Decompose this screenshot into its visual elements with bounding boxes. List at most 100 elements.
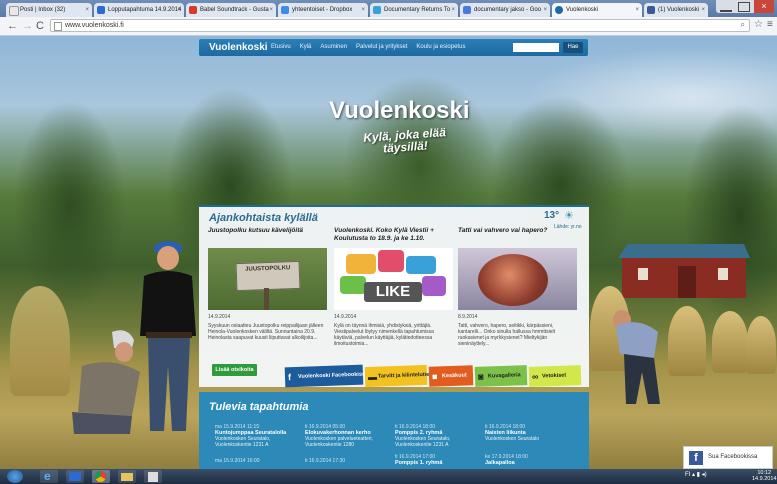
news-article-image[interactable]: LIKE [334,248,453,310]
clock[interactable]: 10:12 14.9.2014 [752,470,776,482]
site-navigation: Vuolenkoski Etusivu Kylä Asuminen Palvel… [199,39,588,56]
event-title[interactable]: Jalkapalloa [485,460,565,466]
news-article-image[interactable] [458,248,577,310]
news-article-title[interactable]: Vuolenkoski. Koko Kylä Viestii + Koulutu… [334,227,454,245]
close-icon[interactable]: × [701,3,705,17]
facebook-widget[interactable]: f Sua Facebookissa [683,446,773,469]
site-logo[interactable]: Vuolenkoski [209,42,268,53]
social-link-kesakuut[interactable]: ■ Kesäkuut [428,365,474,387]
social-link-kuvagalleria[interactable]: ◙ Kuvagalleria [474,365,528,387]
close-icon[interactable]: × [635,3,639,17]
word-icon[interactable] [66,470,84,483]
close-icon[interactable]: × [177,3,181,17]
tab-babel[interactable]: Babel Soundtrack - Gusta × [186,3,276,17]
news-article-excerpt: Tatti, vahvero, hapero, seitikki, kärpäs… [458,323,555,347]
nav-item-palvelut[interactable]: Palvelut ja yritykset [356,39,407,56]
minimize-icon[interactable] [720,2,732,12]
social-link-vetokiset[interactable]: ∞ Vetokiset [528,365,582,387]
social-link-tarvitt[interactable]: ▬ Tarvitt ja kilintelutie [364,364,429,388]
tab-vuolenkoski[interactable]: Vuolenkoski × [552,3,642,17]
close-icon[interactable]: × [269,3,273,17]
file-explorer-icon[interactable] [118,470,136,483]
news-article-title[interactable]: Juustopolku kutsuu kävelijöitä [208,227,328,245]
site-nav-links: Etusivu Kylä Asuminen Palvelut ja yrityk… [271,39,474,56]
news-article-date: 14.9.2014 [208,314,231,320]
address-url: www.vuolenkoski.fi [65,22,124,29]
event-place: Vuolenkosken Seuratalo, Vuolenkoskentie … [215,436,271,448]
close-icon[interactable]: × [543,3,547,17]
event-item[interactable]: ti 16.9.2014 05:00 Elokuvakerhonnan kerh… [305,424,385,448]
news-article-excerpt: Kylä on täynnä ihmisiä, yhdistyksiä, yri… [334,323,434,347]
tab-documentary-returns[interactable]: Documentary Returns To × [370,3,458,17]
facebook-icon [647,6,655,14]
sun-icon: ☀ [564,210,574,222]
nav-item-kyla[interactable]: Kylä [300,39,312,56]
menu-icon[interactable]: ≡ [767,19,773,30]
chrome-icon[interactable] [92,470,110,483]
system-tray[interactable]: FI ▴ ▮ ◂) [685,471,707,478]
nav-item-koulu[interactable]: Koulu ja esiopetus [416,39,465,56]
hay-stook [746,316,776,374]
mushroom-basket [478,254,548,306]
news-article[interactable]: Vuolenkoski. Koko Kylä Viestii + Koulutu… [334,227,454,349]
internet-explorer-icon[interactable]: e [40,469,58,483]
search-button[interactable]: Hae [563,42,583,53]
farmer-kneeling-image [72,330,140,434]
tab-posti[interactable]: Posti | Inbox (32) × [6,3,92,17]
close-window-icon[interactable]: × [754,0,774,13]
color-tile [340,276,366,294]
tab-dropbox[interactable]: yhteentoiset - Dropbox × [278,3,368,17]
facebook-icon: f [689,451,703,465]
signpost: JUUSTOPOLKU [235,260,301,292]
event-item[interactable]: ti 16.9.2014 18:00 Pomppis 2. ryhmä Vuol… [395,424,475,448]
app-icon[interactable] [144,470,162,483]
forward-icon[interactable]: → [22,19,33,33]
shopping-cart-icon: ▬ [367,371,378,382]
hay-stook [712,311,748,373]
reload-icon[interactable]: C [36,19,44,33]
color-tile [346,254,376,274]
events-panel: Tulevia tapahtumia ma 15.9.2014 11:15 Ku… [199,392,589,469]
news-article[interactable]: Juustopolku kutsuu kävelijöitä JUUSTOPOL… [208,227,328,349]
news-article-excerpt: Syyskuun oslaatteu Juustopolku reippaili… [208,323,324,341]
back-icon[interactable]: ← [7,19,18,33]
site-search-input[interactable] [513,43,559,52]
more-headlines-button[interactable]: Lisää otsikoita [212,364,257,376]
web-page: Vuolenkoski Etusivu Kylä Asuminen Palvel… [0,36,777,469]
event-item[interactable]: ma 15.9.2014 11:15 Kuntojumppaa Seuratal… [215,424,295,448]
google-icon [463,6,471,14]
event-item[interactable]: ti 16.9.2014 17:30 [305,458,385,464]
social-link-facebook[interactable]: f Vuolenkoski Facebookissa [284,364,368,388]
event-title[interactable]: Pomppis 1. ryhmä [395,460,475,466]
news-article-image[interactable]: JUUSTOPOLKU [208,248,327,310]
maximize-icon[interactable] [738,2,750,12]
event-item[interactable]: ti 16.9.2014 17:00 Pomppis 1. ryhmä [395,454,475,466]
close-icon[interactable]: × [85,3,89,17]
close-icon[interactable]: × [361,3,365,17]
close-icon[interactable]: × [451,3,455,17]
tab-documentary-jakso[interactable]: documentary jakso - Goo × [460,3,550,17]
news-article-title[interactable]: Tatti vai vahvero vai hapero? [458,227,578,245]
hero-title: Vuolenkoski [329,97,470,124]
windows-start-icon[interactable] [7,470,23,483]
facebook-widget-label: Sua Facebookissa [708,454,758,460]
site-icon [373,6,381,14]
tab-lopputapahtuma[interactable]: Lopputapahtuma 14.9.2014 × [94,3,184,17]
like-graphic: LIKE [364,282,422,302]
nav-item-asuminen[interactable]: Asuminen [320,39,347,56]
event-item[interactable]: ma 15.9.2014 16:00 [215,458,295,464]
bookmark-star-icon[interactable]: ☆ [754,19,763,30]
hay-stook [668,306,706,376]
facebook-icon: f [287,372,292,383]
address-bar[interactable]: www.vuolenkoski.fi ⌕ [50,19,750,32]
color-tile [422,276,446,296]
news-article[interactable]: Tatti vai vahvero vai hapero? 8.9.2014 T… [458,227,578,349]
event-item[interactable]: ti 16.9.2014 18:00 Naisten liikunta Vuol… [485,424,565,442]
zoom-icon[interactable]: ⌕ [741,20,745,30]
event-date: ma 15.9.2014 16:00 [215,458,260,464]
weather-temperature: 13° [544,210,560,221]
tab-vuolenkoski-facebook[interactable]: (1) Vuolenkoski × [644,3,708,17]
nav-item-etusivu[interactable]: Etusivu [271,39,291,56]
event-item[interactable]: ke 17.9.2014 18:00 Jalkapalloa [485,454,565,466]
news-article-date: 14.9.2014 [334,314,357,320]
